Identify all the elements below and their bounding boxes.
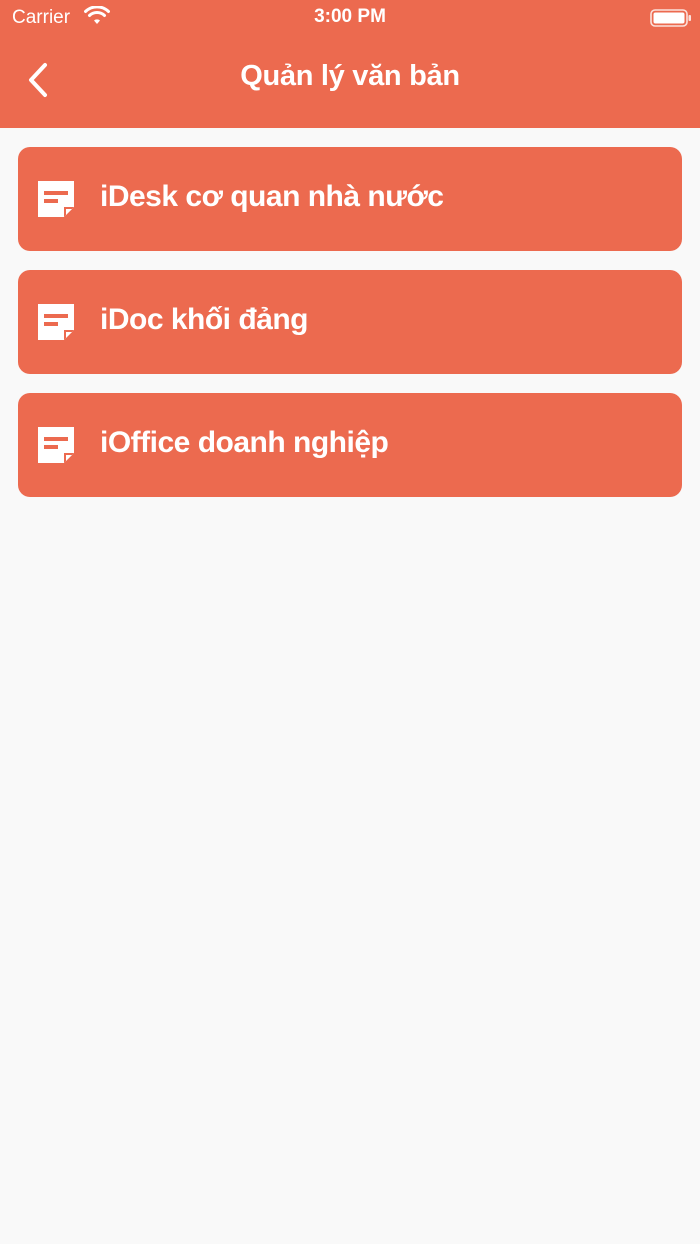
menu-item-label: iDoc khối đảng bbox=[100, 303, 309, 336]
page-title: Quản lý văn bản bbox=[240, 60, 460, 92]
menu-item-label: iOffice doanh nghiệp bbox=[100, 426, 389, 459]
document-icon bbox=[38, 181, 74, 217]
menu-item-label: iDesk cơ quan nhà nước bbox=[100, 180, 444, 213]
menu-item-ioffice[interactable]: iOffice doanh nghiệp bbox=[18, 393, 682, 497]
menu-item-idoc[interactable]: iDoc khối đảng bbox=[18, 270, 682, 374]
menu-list: iDesk cơ quan nhà nước iDoc khối đảng iO… bbox=[18, 147, 682, 516]
app-header: Carrier 3:00 PM Quản lý văn bản bbox=[0, 0, 700, 128]
battery-icon bbox=[650, 9, 691, 27]
status-time: 3:00 PM bbox=[314, 6, 386, 27]
menu-item-idesk[interactable]: iDesk cơ quan nhà nước bbox=[18, 147, 682, 251]
document-icon bbox=[38, 304, 74, 340]
document-icon bbox=[38, 427, 74, 463]
status-bar: Carrier 3:00 PM bbox=[0, 0, 700, 36]
